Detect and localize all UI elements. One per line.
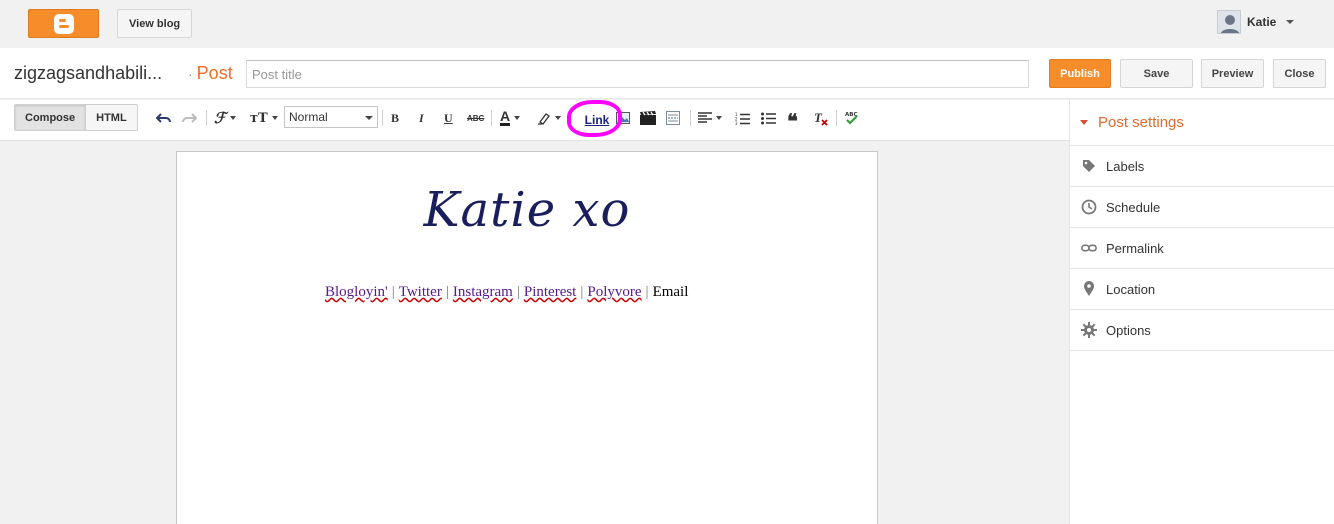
underline-button[interactable]: U bbox=[444, 108, 453, 128]
link-twitter[interactable]: Twitter bbox=[399, 284, 442, 300]
post-settings-panel: Post settings Labels Schedule Permalink … bbox=[1069, 100, 1334, 524]
chevron-down-icon bbox=[365, 116, 373, 120]
tag-icon bbox=[1081, 158, 1097, 174]
link-instagram[interactable]: Instagram bbox=[453, 284, 513, 300]
font-icon: ℱ bbox=[214, 109, 226, 127]
jump-break-icon bbox=[666, 111, 680, 125]
align-left-icon bbox=[698, 112, 712, 123]
clock-icon bbox=[1081, 199, 1097, 215]
save-button[interactable]: Save bbox=[1120, 59, 1193, 88]
breadcrumb-post: Post bbox=[196, 63, 233, 83]
numbered-list-button[interactable]: 123 bbox=[735, 108, 750, 128]
username: Katie bbox=[1247, 15, 1277, 29]
post-title-input[interactable] bbox=[246, 60, 1029, 88]
font-size-button[interactable]: тT bbox=[250, 108, 278, 128]
social-links-line: Blogloyin' | Twitter | Instagram | Pinterest | P… bbox=[325, 284, 689, 300]
sidebar-item-labels[interactable]: Labels bbox=[1070, 146, 1334, 187]
pin-icon bbox=[1081, 281, 1097, 297]
user-silhouette-icon bbox=[1220, 15, 1240, 33]
text-color-icon: A bbox=[500, 108, 511, 126]
sidebar-item-location[interactable]: Location bbox=[1070, 269, 1334, 310]
text-color-button[interactable]: A bbox=[500, 108, 521, 128]
numbered-list-icon: 123 bbox=[735, 112, 750, 125]
bold-button[interactable]: B bbox=[391, 108, 399, 128]
email-text: Email bbox=[652, 284, 689, 300]
blog-name[interactable]: zigzagsandhabili... bbox=[14, 63, 162, 84]
toolbar-divider bbox=[491, 110, 492, 126]
sidebar-item-label: Labels bbox=[1106, 158, 1145, 174]
insert-link-button[interactable]: Link bbox=[573, 102, 621, 138]
gear-icon bbox=[1081, 322, 1097, 338]
toolbar-divider bbox=[690, 110, 691, 126]
alignment-button[interactable] bbox=[698, 108, 722, 128]
avatar bbox=[1217, 10, 1241, 34]
sidebar-item-label: Options bbox=[1106, 322, 1151, 338]
top-bar: View blog Katie bbox=[0, 0, 1334, 48]
toolbar-divider bbox=[836, 110, 837, 126]
sidebar-item-label: Permalink bbox=[1106, 240, 1164, 256]
breadcrumb-separator: · bbox=[188, 66, 193, 82]
post-body-editor[interactable]: Katie xo Blogloyin' | Twitter | Instagram | Pi… bbox=[176, 151, 878, 524]
toolbar-divider bbox=[382, 110, 383, 126]
link-bloglovin[interactable]: Blogloyin' bbox=[325, 284, 388, 300]
clapperboard-icon bbox=[640, 111, 656, 125]
spellcheck-icon: ABC bbox=[845, 112, 858, 125]
preview-button[interactable]: Preview bbox=[1201, 59, 1264, 88]
html-tab[interactable]: HTML bbox=[86, 105, 137, 130]
sidebar-item-label: Schedule bbox=[1106, 199, 1161, 215]
link-pinterest[interactable]: Pinterest bbox=[524, 284, 577, 300]
highlight-color-button[interactable] bbox=[537, 108, 561, 128]
link-polyvore[interactable]: Polyvore bbox=[587, 284, 641, 300]
link-icon bbox=[1081, 240, 1097, 256]
blogger-logo-icon bbox=[53, 13, 74, 34]
svg-text:T: T bbox=[814, 110, 823, 125]
font-size-icon: тT bbox=[250, 110, 268, 126]
user-menu[interactable]: Katie bbox=[1217, 10, 1295, 34]
editor-canvas: Katie xo Blogloyin' | Twitter | Instagram | Pi… bbox=[0, 141, 1069, 524]
sidebar-item-options[interactable]: Options bbox=[1070, 310, 1334, 351]
font-family-button[interactable]: ℱ bbox=[214, 108, 236, 128]
redo-icon[interactable] bbox=[181, 108, 197, 128]
signature-text: Katie xo bbox=[423, 182, 631, 238]
quote-button[interactable]: ❝ bbox=[787, 108, 798, 133]
video-insert-button[interactable] bbox=[640, 108, 656, 128]
blogger-logo-button[interactable] bbox=[28, 9, 99, 38]
title-bar: zigzagsandhabili... ·Post Publish Save P… bbox=[0, 48, 1334, 99]
sidebar-item-schedule[interactable]: Schedule bbox=[1070, 187, 1334, 228]
sidebar-item-permalink[interactable]: Permalink bbox=[1070, 228, 1334, 269]
clear-formatting-icon: T bbox=[814, 110, 828, 126]
publish-button[interactable]: Publish bbox=[1049, 59, 1111, 88]
breadcrumb: · Post bbox=[188, 63, 233, 84]
undo-icon[interactable] bbox=[156, 108, 172, 128]
post-settings-title: Post settings bbox=[1098, 114, 1184, 131]
collapse-triangle-icon bbox=[1080, 120, 1088, 125]
paragraph-style-value: Normal bbox=[289, 110, 328, 124]
quote-icon: ❝ bbox=[787, 109, 798, 133]
toolbar-divider bbox=[206, 110, 207, 126]
strikethrough-button[interactable]: ABC bbox=[467, 108, 484, 128]
post-settings-header[interactable]: Post settings bbox=[1070, 100, 1334, 146]
remove-formatting-button[interactable]: T bbox=[813, 108, 829, 128]
compose-tab[interactable]: Compose bbox=[15, 105, 87, 130]
close-button[interactable]: Close bbox=[1273, 59, 1326, 88]
italic-button[interactable]: I bbox=[419, 108, 424, 128]
mode-toggle: Compose HTML bbox=[14, 104, 138, 131]
view-blog-button[interactable]: View blog bbox=[117, 9, 193, 38]
spellcheck-button[interactable]: ABC bbox=[844, 108, 860, 128]
paragraph-style-select[interactable]: Normal bbox=[284, 106, 378, 128]
highlighter-icon bbox=[538, 113, 550, 125]
sidebar-item-label: Location bbox=[1106, 281, 1156, 297]
bullet-list-icon bbox=[761, 112, 776, 124]
chevron-down-icon bbox=[1286, 20, 1295, 24]
svg-text:3: 3 bbox=[735, 121, 738, 125]
jump-break-button[interactable] bbox=[666, 108, 680, 128]
bullet-list-button[interactable] bbox=[761, 108, 776, 128]
editor-toolbar: Compose HTML ℱ тT Normal B I U ABC A 123 bbox=[0, 100, 1069, 141]
